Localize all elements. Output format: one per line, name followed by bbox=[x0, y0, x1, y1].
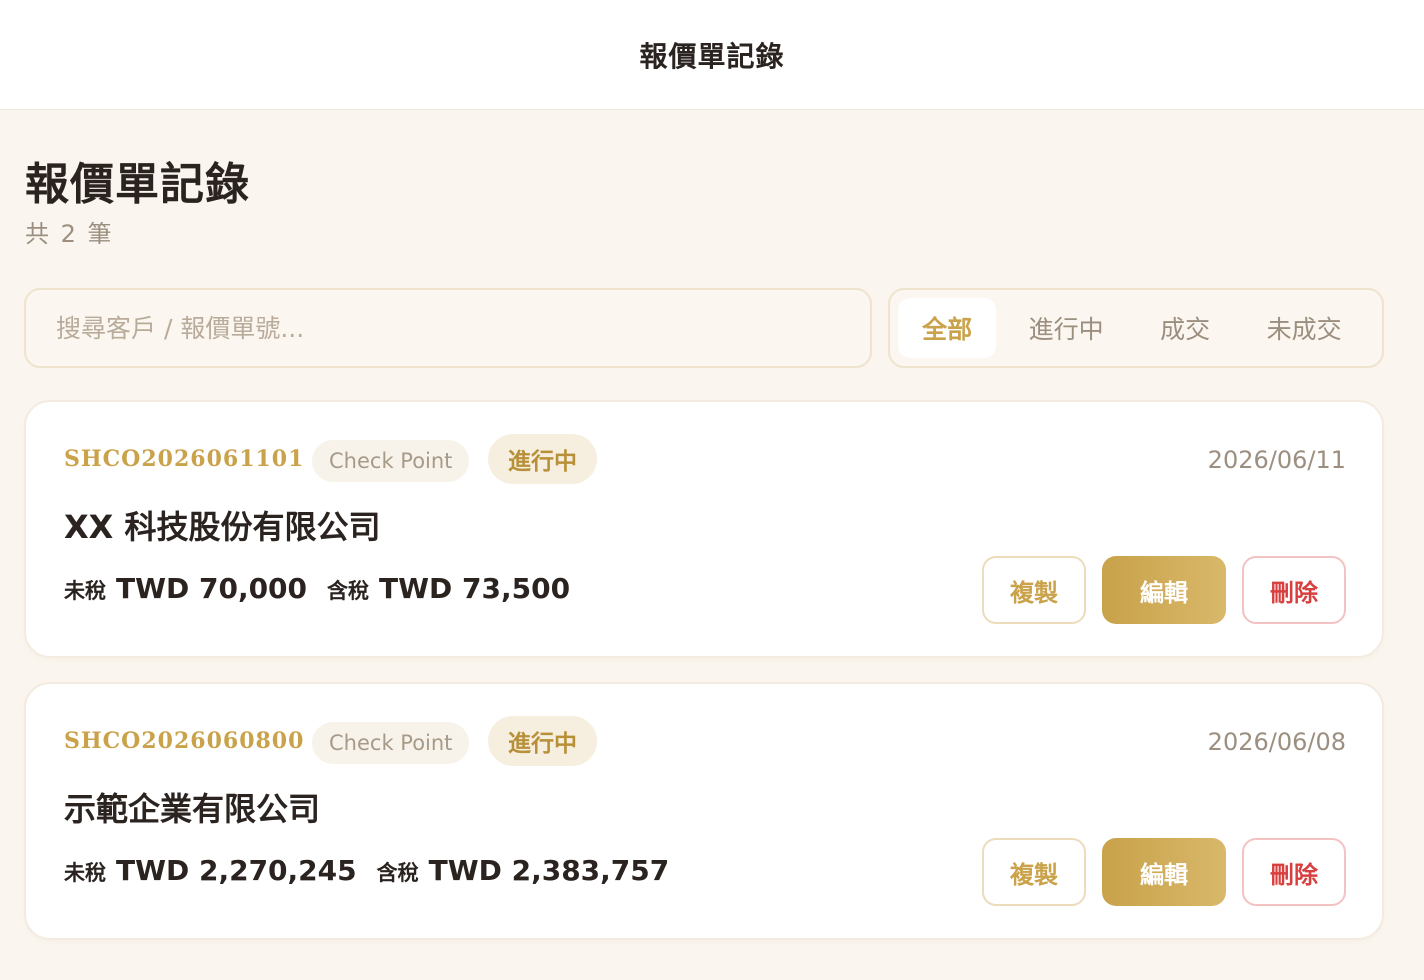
search-input[interactable] bbox=[56, 313, 870, 343]
brand-tag: Check Point bbox=[312, 440, 470, 482]
status-badge: 進行中 bbox=[488, 434, 597, 484]
status-badge: 進行中 bbox=[488, 716, 597, 766]
status-filter: 全部 進行中 成交 未成交 bbox=[888, 288, 1384, 368]
edit-button[interactable]: 編輯 bbox=[1102, 556, 1226, 624]
copy-button[interactable]: 複製 bbox=[982, 838, 1086, 906]
pretax-amount: TWD 70,000 bbox=[116, 572, 308, 605]
company-name: 示範企業有限公司 bbox=[64, 790, 321, 828]
quote-date: 2026/06/08 bbox=[1207, 728, 1346, 756]
copy-button[interactable]: 複製 bbox=[982, 556, 1086, 624]
taxed-amount: TWD 2,383,757 bbox=[428, 854, 670, 887]
taxed-amount: TWD 73,500 bbox=[379, 572, 571, 605]
quote-amounts: 未稅 TWD 2,270,245 含稅 TWD 2,383,757 bbox=[64, 854, 689, 887]
pretax-label: 未稅 bbox=[64, 861, 106, 885]
delete-button[interactable]: 刪除 bbox=[1242, 838, 1346, 906]
pretax-amount: TWD 2,270,245 bbox=[116, 854, 357, 887]
top-bar-title: 報價單記錄 bbox=[639, 39, 785, 73]
quote-number[interactable]: SHCO2026060800 bbox=[64, 728, 304, 754]
page-title: 報價單記錄 bbox=[25, 159, 250, 210]
filter-tab-closed-lost[interactable]: 未成交 bbox=[1234, 298, 1374, 358]
record-count: 共 2 筆 bbox=[25, 220, 114, 248]
taxed-label: 含稅 bbox=[376, 861, 419, 885]
brand-tag: Check Point bbox=[312, 722, 470, 764]
company-name: XX 科技股份有限公司 bbox=[64, 508, 381, 546]
delete-button[interactable]: 刪除 bbox=[1242, 556, 1346, 624]
quote-card: SHCO2026061101 Check Point 進行中 2026/06/1… bbox=[24, 400, 1384, 658]
quote-amounts: 未稅 TWD 70,000 含稅 TWD 73,500 bbox=[64, 572, 590, 605]
taxed-label: 含稅 bbox=[327, 579, 370, 603]
filter-tab-closed-won[interactable]: 成交 bbox=[1136, 298, 1234, 358]
top-bar: 報價單記錄 bbox=[0, 0, 1424, 110]
search-box[interactable] bbox=[24, 288, 872, 368]
edit-button[interactable]: 編輯 bbox=[1102, 838, 1226, 906]
pretax-label: 未稅 bbox=[64, 579, 106, 603]
filter-tab-in-progress[interactable]: 進行中 bbox=[996, 298, 1136, 358]
quote-number[interactable]: SHCO2026061101 bbox=[64, 446, 304, 472]
filter-tab-all[interactable]: 全部 bbox=[898, 298, 997, 358]
quote-card: SHCO2026060800 Check Point 進行中 2026/06/0… bbox=[24, 682, 1384, 940]
quote-date: 2026/06/11 bbox=[1207, 446, 1346, 474]
